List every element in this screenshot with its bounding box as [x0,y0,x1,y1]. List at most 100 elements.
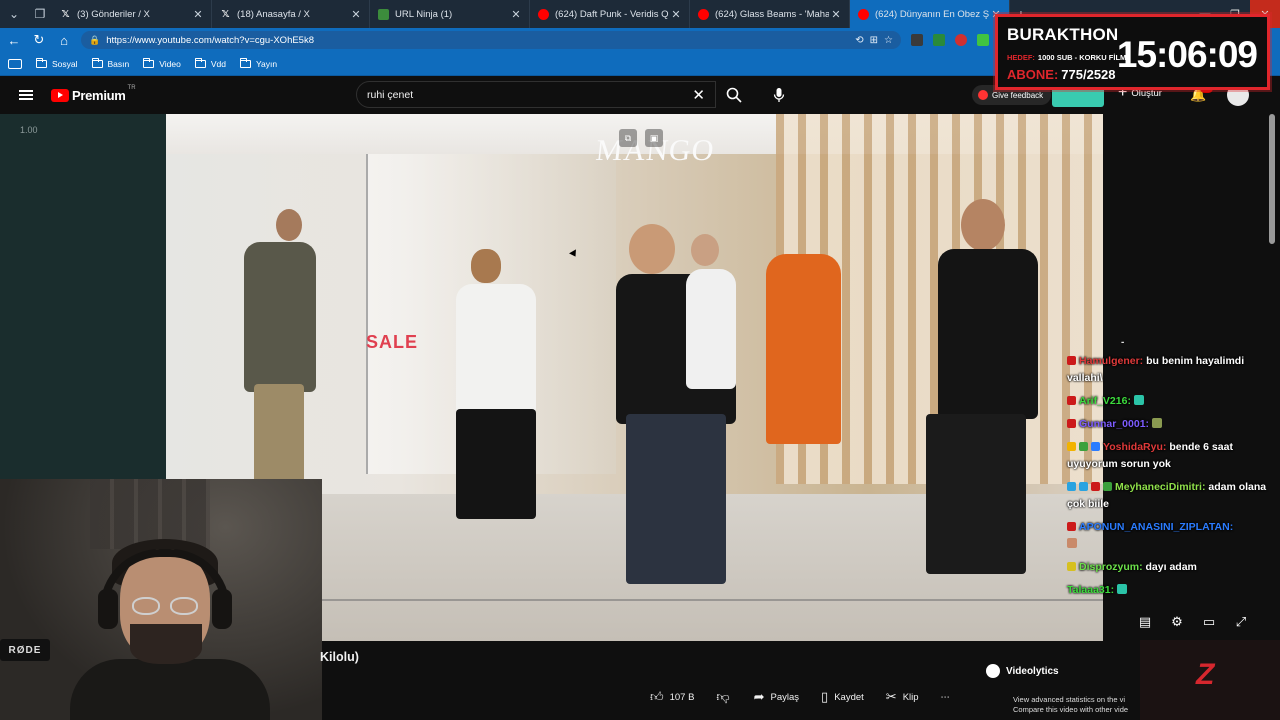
reading-list-icon[interactable] [8,58,22,69]
settings-gear-icon[interactable]: ⚙ [1168,614,1186,630]
video-title: Kilolu) [320,650,359,664]
fullscreen-icon[interactable]: ⤢ [1232,614,1250,630]
folder-icon [143,57,155,68]
save-button[interactable]: ▯ Kaydet [821,689,864,705]
bookmark-folder[interactable]: Vdd [194,57,226,69]
folder-icon [194,57,206,68]
folder-icon [239,57,251,68]
bookmark-folder[interactable]: Sosyal [36,57,78,69]
tab-actions-menu-icon[interactable]: ⌄ [2,2,26,26]
extension-icon[interactable] [977,34,989,46]
videolytics-line: View advanced statistics on the vi [1013,695,1126,704]
menu-icon[interactable] [19,90,33,100]
youtube-logo[interactable]: Premium TR [51,85,136,103]
chat-message: Gunnar_0001: [1067,416,1277,433]
badge-icon [1067,442,1076,451]
streamer-beard [130,624,202,664]
page-scrollbar[interactable] [1269,114,1275,244]
bookmark-folder[interactable]: Video [143,57,181,69]
home-icon[interactable]: ⌂ [53,29,75,51]
apps-icon[interactable]: ⊞ [870,35,878,46]
tab-title: (624) Dünyanın En Obez Şehrine Y [875,8,989,20]
search-input[interactable]: ruhi çenet ✕ [356,81,716,108]
workspaces-icon[interactable]: ❐ [28,2,52,26]
screen: ⌄ ❐ 𝕏 (3) Gönderiler / X ✕ 𝕏 (18) Anasay… [0,0,1280,720]
tab-title: (18) Anasayfa / X [237,8,310,20]
browser-tab[interactable]: 𝕏 (18) Anasayfa / X ✕ [212,0,370,28]
browser-tab[interactable]: (624) Daft Punk - Veridis Quo (Offi ✕ [530,0,690,28]
subscribers-value: 775/2528 [1061,67,1116,82]
videolytics-title: Videolytics [1006,665,1059,677]
webcam-overlay: RØDE [0,479,322,720]
feedback-label: Give feedback [992,90,1044,100]
share-button[interactable]: ➦ Paylaş [754,689,799,705]
translate-icon[interactable]: ⟲ [855,35,863,46]
search-button[interactable] [716,81,752,108]
close-tab-icon[interactable]: ✕ [191,8,205,21]
badge-icon [1091,442,1100,451]
video-actions: 👍︎ 107 B 👎︎ ➦ Paylaş ▯ Kaydet ✂ Klip ⋯ [650,689,972,705]
bookmark-icon: ▯ [821,689,829,704]
extension-icon[interactable] [911,34,923,46]
subtitles-icon[interactable]: ▤ [1136,614,1154,630]
chat-text: dayı adam [1145,561,1197,573]
close-tab-icon[interactable]: ✕ [349,8,363,21]
browser-tab[interactable]: URL Ninja (1) ✕ [370,0,530,28]
lock-icon: 🔒 [89,34,101,45]
theater-mode-icon[interactable]: ▭ [1200,614,1218,630]
extension-icon[interactable] [933,34,945,46]
webcam-frames [90,479,210,549]
close-tab-icon[interactable]: ✕ [829,8,843,21]
picture-in-picture-icon[interactable]: ⧉ [619,129,637,147]
overlay-subscribers: ABONE: 775/2528 [1007,67,1116,82]
miniplayer-icon[interactable]: ▣ [645,129,663,147]
badge-icon [1079,482,1088,491]
youtube-icon [538,8,549,20]
bookmark-folder[interactable]: Yayın [239,57,278,69]
search-icon [726,87,742,103]
videolytics-panel: Videolytics View advanced statistics on … [980,657,1140,720]
chat-message: Hamulgener: bu benim hayalimdi vallahi\ [1067,353,1277,387]
glasses [132,597,202,615]
playback-speed-indicator: 1.00 [20,125,38,135]
badge-icon [1091,482,1100,491]
video-scene-orange-clothes [766,254,841,444]
bookmark-label: Yayın [255,58,278,69]
bookmark-folder[interactable]: Basın [91,57,129,69]
videolytics-header[interactable]: Videolytics [986,664,1059,678]
overlay-name: BURAKTHON [1007,25,1119,44]
close-tab-icon[interactable]: ✕ [669,8,683,21]
emote-icon [1133,395,1144,405]
clear-search-icon[interactable]: ✕ [692,86,705,104]
videolytics-line: Compare this video with other vide [1013,704,1129,714]
chat-username: Disprozyum: [1079,561,1143,573]
browser-tab[interactable]: 𝕏 (3) Gönderiler / X ✕ [52,0,212,28]
sale-sign: SALE [366,332,419,352]
chat-username: APONUN_ANASINI_ZIPLATAN: [1079,521,1234,533]
dislike-button[interactable]: 👎︎ [716,689,735,705]
favorite-star-icon[interactable]: ☆ [884,35,893,46]
browser-tab-active[interactable]: (624) Dünyanın En Obez Şehrine Y ✕ [850,0,1010,28]
refresh-icon[interactable]: ↻ [28,29,50,51]
back-icon[interactable]: ← [3,29,25,51]
youtube-icon [858,8,869,20]
video-progress-bar[interactable] [322,599,1103,601]
share-icon: ➦ [753,689,765,704]
ninja-icon [378,8,389,20]
browser-tab[interactable]: (624) Glass Beams - 'Mahal EP' (Fu ✕ [690,0,850,28]
chat-message: YoshidaRyu: bende 6 saat uyuyorum sorun … [1067,439,1277,473]
extension-icon[interactable] [955,34,967,46]
chat-overlay: - Hamulgener: bu benim hayalimdi vallahi… [1067,334,1277,605]
clip-button[interactable]: ✂ Klip [886,689,919,705]
close-tab-icon[interactable]: ✕ [509,8,523,21]
url-field[interactable]: 🔒 https://www.youtube.com/watch?v=cgu-XO… [81,31,901,49]
chat-username: MeyhaneciDimitri: [1115,481,1206,493]
folder-icon [91,57,103,68]
chat-message: Arif_V216: [1067,393,1277,410]
voice-search-button[interactable] [768,84,790,106]
like-button[interactable]: 👍︎ 107 B [650,689,694,705]
more-actions-button[interactable]: ⋯ [941,692,951,703]
clip-label: Klip [902,691,919,703]
chat-message: MeyhaneciDimitri: adam olana çok biile [1067,479,1277,513]
headset-ear-right [212,589,232,629]
